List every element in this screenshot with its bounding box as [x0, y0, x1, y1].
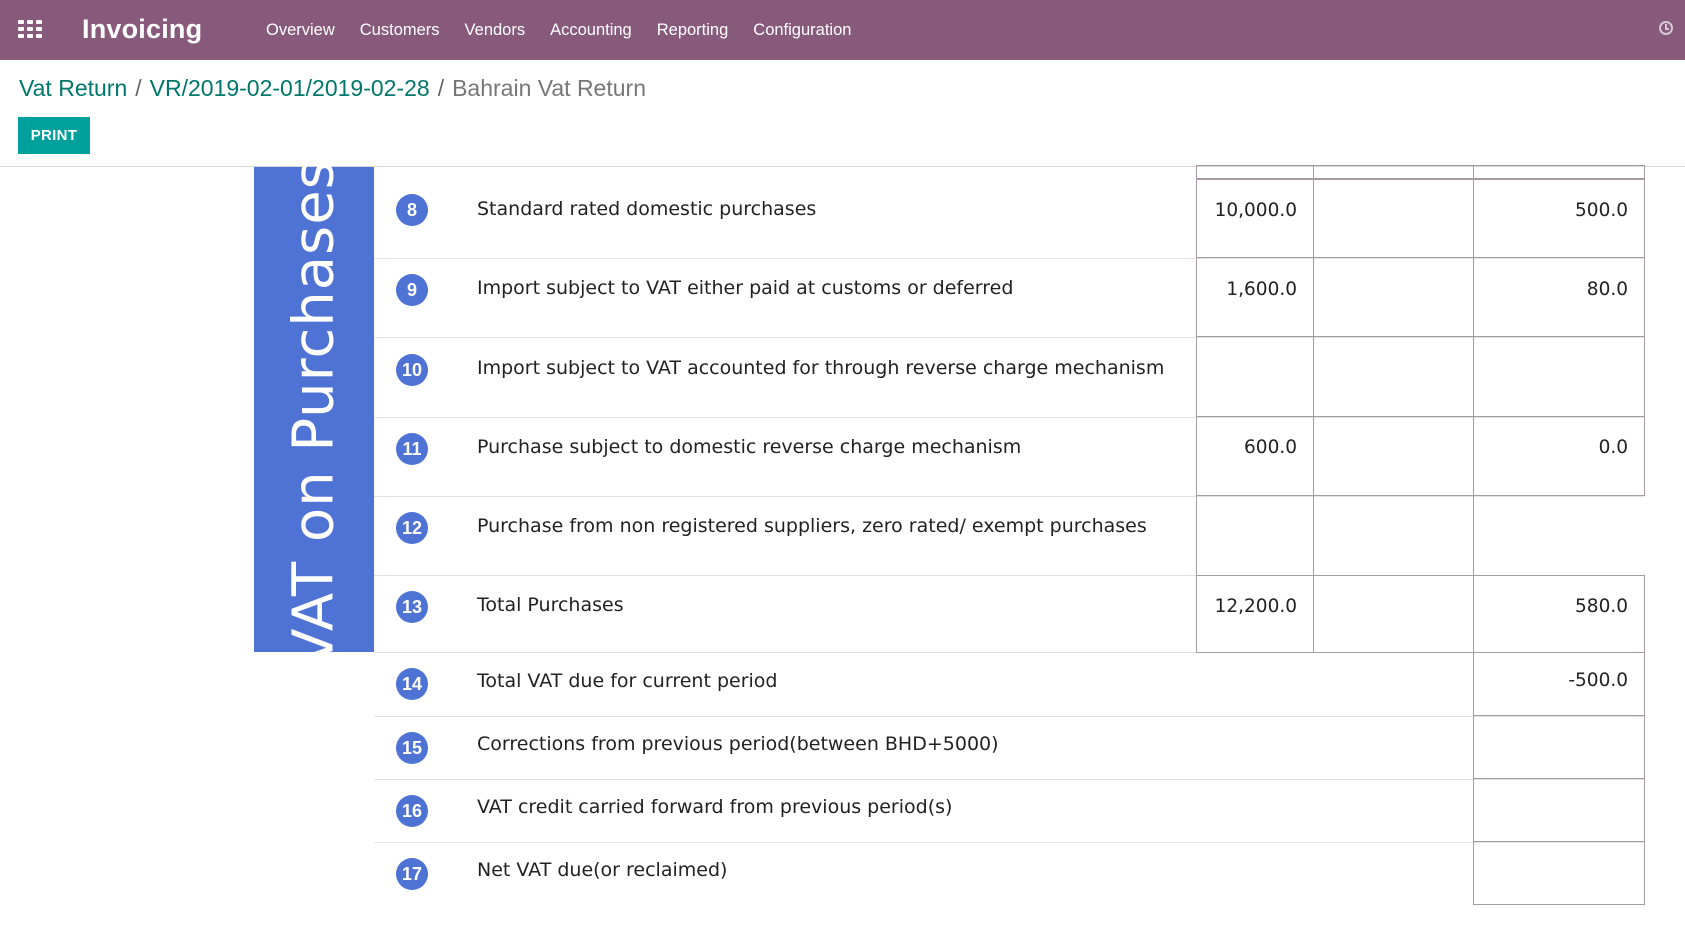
- row-description: VAT credit carried forward from previous…: [477, 796, 953, 818]
- clock-icon[interactable]: [1659, 21, 1673, 35]
- row-description: Import subject to VAT accounted for thro…: [477, 357, 1165, 379]
- vat-cell: -500.0: [1473, 652, 1645, 716]
- vat-cell: 0.0: [1473, 416, 1645, 496]
- row-number-badge: 8: [396, 194, 428, 226]
- row-description: Net VAT due(or reclaimed): [477, 859, 728, 881]
- adjust-cell: [1313, 495, 1474, 576]
- vat-cell: [1473, 336, 1645, 417]
- vat-cell: [1473, 778, 1645, 842]
- amount-cell: [1196, 495, 1314, 576]
- adjust-cell: [1313, 257, 1474, 337]
- menu-item-overview[interactable]: Overview: [266, 0, 335, 60]
- vat-cell: 80.0: [1473, 257, 1645, 337]
- row-description: Total Purchases: [477, 594, 624, 616]
- vat-cell: 500.0: [1473, 179, 1645, 258]
- breadcrumb: Vat Return / VR/2019-02-01/2019-02-28 / Bahr…: [19, 75, 646, 102]
- row-number-badge: 14: [396, 668, 428, 700]
- breadcrumb-current: Bahrain Vat Return: [452, 75, 646, 101]
- row-number-badge: 10: [396, 354, 428, 386]
- row-number-badge: 9: [396, 274, 428, 306]
- amount-cell-partial: [1196, 165, 1314, 179]
- top-navbar: Invoicing Overview Customers Vendors Acc…: [0, 0, 1685, 60]
- breadcrumb-vat-return[interactable]: Vat Return: [19, 75, 127, 101]
- adjust-cell: [1313, 179, 1474, 258]
- vat-report: VAT on Purchases 8 Standard rated domest…: [0, 159, 1685, 932]
- menu-item-accounting[interactable]: Accounting: [550, 0, 632, 60]
- amount-cell: 1,600.0: [1196, 257, 1314, 337]
- row-number-badge: 12: [396, 512, 428, 544]
- amount-cell: 12,200.0: [1196, 575, 1314, 653]
- section-label: VAT on Purchases: [281, 159, 347, 667]
- row-number-badge: 16: [396, 795, 428, 827]
- menu-item-customers[interactable]: Customers: [360, 0, 440, 60]
- vat-cell: 580.0: [1473, 575, 1645, 653]
- row-description: Import subject to VAT either paid at cus…: [477, 277, 1014, 299]
- main-menu: Overview Customers Vendors Accounting Re…: [266, 0, 876, 60]
- breadcrumb-separator: /: [437, 75, 445, 101]
- vat-cell: [1473, 841, 1645, 905]
- menu-item-configuration[interactable]: Configuration: [753, 0, 851, 60]
- vat-cell-partial: [1473, 165, 1645, 179]
- adjust-cell-partial: [1313, 165, 1474, 179]
- table-row: 14 Total VAT due for current period: [374, 652, 1644, 717]
- table-row: 16 VAT credit carried forward from previ…: [374, 779, 1644, 843]
- menu-item-vendors[interactable]: Vendors: [465, 0, 526, 60]
- row-description: Purchase from non registered suppliers, …: [477, 515, 1147, 537]
- vat-cell: [1473, 715, 1645, 779]
- adjust-cell: [1313, 416, 1474, 496]
- menu-item-reporting[interactable]: Reporting: [657, 0, 729, 60]
- row-description: Purchase subject to domestic reverse cha…: [477, 436, 1022, 458]
- table-row: 17 Net VAT due(or reclaimed): [374, 842, 1644, 905]
- row-description: Corrections from previous period(between…: [477, 733, 999, 755]
- row-description: Standard rated domestic purchases: [477, 198, 817, 220]
- breadcrumb-vat-return-record[interactable]: VR/2019-02-01/2019-02-28: [150, 75, 430, 101]
- row-number-badge: 17: [396, 858, 428, 890]
- adjust-cell: [1313, 575, 1474, 653]
- vat-cell: [1473, 495, 1645, 576]
- breadcrumb-separator: /: [135, 75, 142, 101]
- print-button[interactable]: PRINT: [18, 117, 90, 154]
- apps-grid-icon[interactable]: [18, 20, 42, 38]
- app-title[interactable]: Invoicing: [82, 14, 202, 45]
- row-number-badge: 15: [396, 732, 428, 764]
- row-number-badge: 11: [396, 433, 428, 465]
- control-panel: Vat Return / VR/2019-02-01/2019-02-28 / Bahr…: [0, 60, 1685, 167]
- table-row: 15 Corrections from previous period(betw…: [374, 716, 1644, 780]
- amount-cell: 600.0: [1196, 416, 1314, 496]
- adjust-cell: [1313, 336, 1474, 417]
- row-description: Total VAT due for current period: [477, 670, 778, 692]
- row-number-badge: 13: [396, 591, 428, 623]
- amount-cell: [1196, 336, 1314, 417]
- amount-cell: 10,000.0: [1196, 179, 1314, 258]
